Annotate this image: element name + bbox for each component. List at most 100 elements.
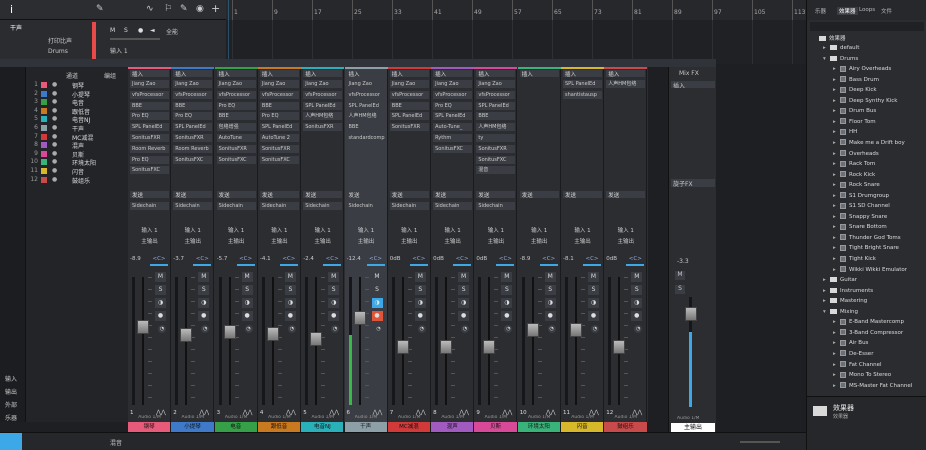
insert-plugin-slot[interactable]: AutoTune — [216, 134, 256, 142]
input-route[interactable]: 输入 1 — [433, 226, 472, 234]
record-icon[interactable]: ● — [588, 311, 599, 321]
browser-preset[interactable]: ▸ Drum Bus — [833, 107, 876, 116]
volume-readout[interactable]: -2.4 — [303, 256, 321, 262]
insert-plugin-slot[interactable]: BBE — [173, 101, 213, 110]
timeline-ruler[interactable]: 1 9 17 25 33 41 49 57 65 73 81 89 97 105 113 — [226, 0, 806, 20]
insert-plugin-slot[interactable]: vfsProcessor — [216, 90, 256, 99]
send-slot[interactable]: Sidechain — [216, 202, 256, 210]
automation-icon[interactable]: ◔ — [547, 325, 556, 333]
input-route[interactable]: 输入 1 — [390, 226, 429, 234]
expand-right-icon[interactable]: ▸ — [823, 287, 830, 296]
solo-button[interactable]: S — [328, 285, 340, 295]
channel-name-label[interactable]: 电音NJ — [301, 422, 344, 432]
browser-preset[interactable]: ▸ Air Bus — [833, 339, 868, 348]
volume-readout[interactable]: -3.7 — [173, 256, 191, 262]
browser-preset[interactable]: ▸ Fat Channel — [833, 361, 882, 370]
insert-plugin-slot[interactable]: SonitusFXC — [130, 166, 169, 175]
channel-name-label[interactable]: 小提琴 — [171, 422, 214, 432]
automation-icon[interactable]: ◔ — [591, 325, 599, 333]
expand-right-icon[interactable]: ▸ — [823, 44, 830, 53]
output-route[interactable]: 主输出 — [347, 237, 386, 245]
channel-name-label[interactable]: 电音 — [214, 422, 257, 432]
channel-list-item[interactable]: 4 ● 跟低音 — [30, 107, 126, 116]
record-icon[interactable]: ● — [241, 311, 253, 321]
insert-plugin-slot[interactable]: BBE — [130, 101, 169, 110]
input-route[interactable]: 输入 1 — [563, 226, 602, 234]
solo-button[interactable]: S — [544, 285, 556, 295]
browser-folder[interactable]: ▸ Guitar — [823, 276, 857, 285]
insert-plugin-slot[interactable]: SPL PanelEd — [346, 101, 386, 110]
mute-button[interactable]: M — [241, 272, 253, 282]
pan-readout[interactable]: <C> — [237, 256, 255, 262]
volume-fader[interactable] — [570, 322, 582, 337]
insert-plugin-slot[interactable]: SonitusFXR — [173, 134, 213, 142]
main-side-fx[interactable]: 旋子FX — [671, 179, 715, 187]
fader-track[interactable] — [228, 277, 231, 405]
volume-fader[interactable] — [526, 322, 539, 337]
expand-right-icon[interactable]: ▸ — [833, 234, 840, 243]
browser-tab[interactable]: 文件 — [881, 7, 892, 15]
input-route[interactable]: 输入 1 — [303, 226, 342, 234]
insert-plugin-slot[interactable]: standardcomp — [346, 134, 386, 142]
volume-readout[interactable]: 0dB — [433, 256, 451, 262]
insert-plugin-slot[interactable]: vfsProcessor — [433, 90, 473, 99]
insert-plugin-slot[interactable]: 人声HM包络 — [346, 112, 386, 121]
pan-readout[interactable]: <C> — [323, 256, 341, 262]
side-label-input[interactable]: 输入 — [5, 374, 17, 383]
curve-tool-icon[interactable]: ∿ — [146, 4, 154, 14]
insert-plugin-slot[interactable]: Jiang Zao — [216, 80, 256, 88]
browser-folder[interactable]: ▾ Drums — [823, 55, 858, 64]
visibility-icon[interactable]: ● — [52, 150, 59, 157]
channel-list-item[interactable]: 11 ● 闪音 — [30, 167, 126, 176]
track-name[interactable]: 干声 — [10, 23, 22, 32]
monitor-icon[interactable]: ◑ — [588, 298, 599, 308]
channel-name-label[interactable]: 混声 — [431, 422, 474, 432]
browser-preset[interactable]: ▸ Snappy Snare — [833, 213, 887, 222]
automation-icon[interactable]: ◔ — [461, 325, 470, 333]
insert-plugin-slot[interactable]: BBE — [216, 112, 256, 121]
monitor-icon[interactable]: ◑ — [544, 298, 556, 308]
visibility-icon[interactable]: ● — [52, 158, 59, 165]
console-toggle-button[interactable] — [0, 433, 22, 450]
insert-plugin-slot[interactable]: ty — [476, 134, 516, 142]
mute-button[interactable]: M — [110, 27, 115, 34]
volume-fader[interactable] — [396, 339, 409, 354]
output-route[interactable]: 主输出 — [476, 237, 515, 245]
browser-search-bar[interactable] — [810, 22, 924, 31]
browser-preset[interactable]: ▸ Deep Kick — [833, 86, 877, 95]
expand-right-icon[interactable]: ▸ — [833, 255, 840, 264]
input-route[interactable]: 输入 1 — [173, 226, 212, 234]
insert-plugin-slot[interactable]: vfsProcessor — [476, 90, 516, 99]
insert-header[interactable]: 插入 — [216, 70, 256, 77]
insert-plugin-slot[interactable]: SPL PanelEd — [173, 123, 213, 132]
send-slot[interactable]: Sidechain — [259, 202, 299, 210]
insert-plugin-slot[interactable]: shantistausp — [563, 90, 602, 99]
insert-plugin-slot[interactable]: SonitusFXR — [130, 134, 169, 142]
side-label-output[interactable]: 输出 — [5, 387, 17, 396]
channel-list-item[interactable]: 3 ● 电音 — [30, 98, 126, 107]
insert-plugin-slot[interactable]: vfsProcessor — [346, 90, 386, 99]
expand-right-icon[interactable]: ▸ — [833, 192, 840, 201]
monitor-icon[interactable]: ◑ — [414, 298, 426, 308]
expand-right-icon[interactable]: ▸ — [833, 339, 840, 348]
insert-plugin-slot[interactable]: SPL PanelEd — [476, 101, 516, 110]
mute-button[interactable]: M — [501, 272, 513, 282]
channel-name-label[interactable]: MC减混 — [387, 422, 431, 432]
insert-header[interactable]: 插入 — [303, 70, 343, 77]
record-icon[interactable]: ● — [544, 311, 556, 321]
record-icon[interactable]: ● — [198, 311, 210, 321]
insert-plugin-slot[interactable]: 包络增强 — [216, 123, 256, 132]
browser-preset[interactable]: ▸ 3-Band Compressor — [833, 329, 903, 338]
mute-button[interactable]: M — [544, 272, 556, 282]
input-route[interactable]: 输入 1 — [347, 226, 386, 234]
output-route[interactable]: 主输出 — [520, 237, 559, 245]
insert-plugin-slot[interactable]: SonitusFXC — [216, 155, 256, 164]
insert-plugin-slot[interactable]: Auto-Tune_ — [433, 123, 473, 132]
send-slot[interactable]: Sidechain — [433, 202, 473, 210]
expand-right-icon[interactable]: ▸ — [833, 86, 840, 95]
pan-readout[interactable]: <C> — [626, 256, 644, 262]
automation-icon[interactable]: ◔ — [201, 325, 210, 333]
track-volume-slider[interactable] — [110, 38, 160, 40]
insert-plugin-slot[interactable]: 人声HM包络 — [476, 123, 516, 132]
pan-readout[interactable]: <C> — [583, 256, 601, 262]
